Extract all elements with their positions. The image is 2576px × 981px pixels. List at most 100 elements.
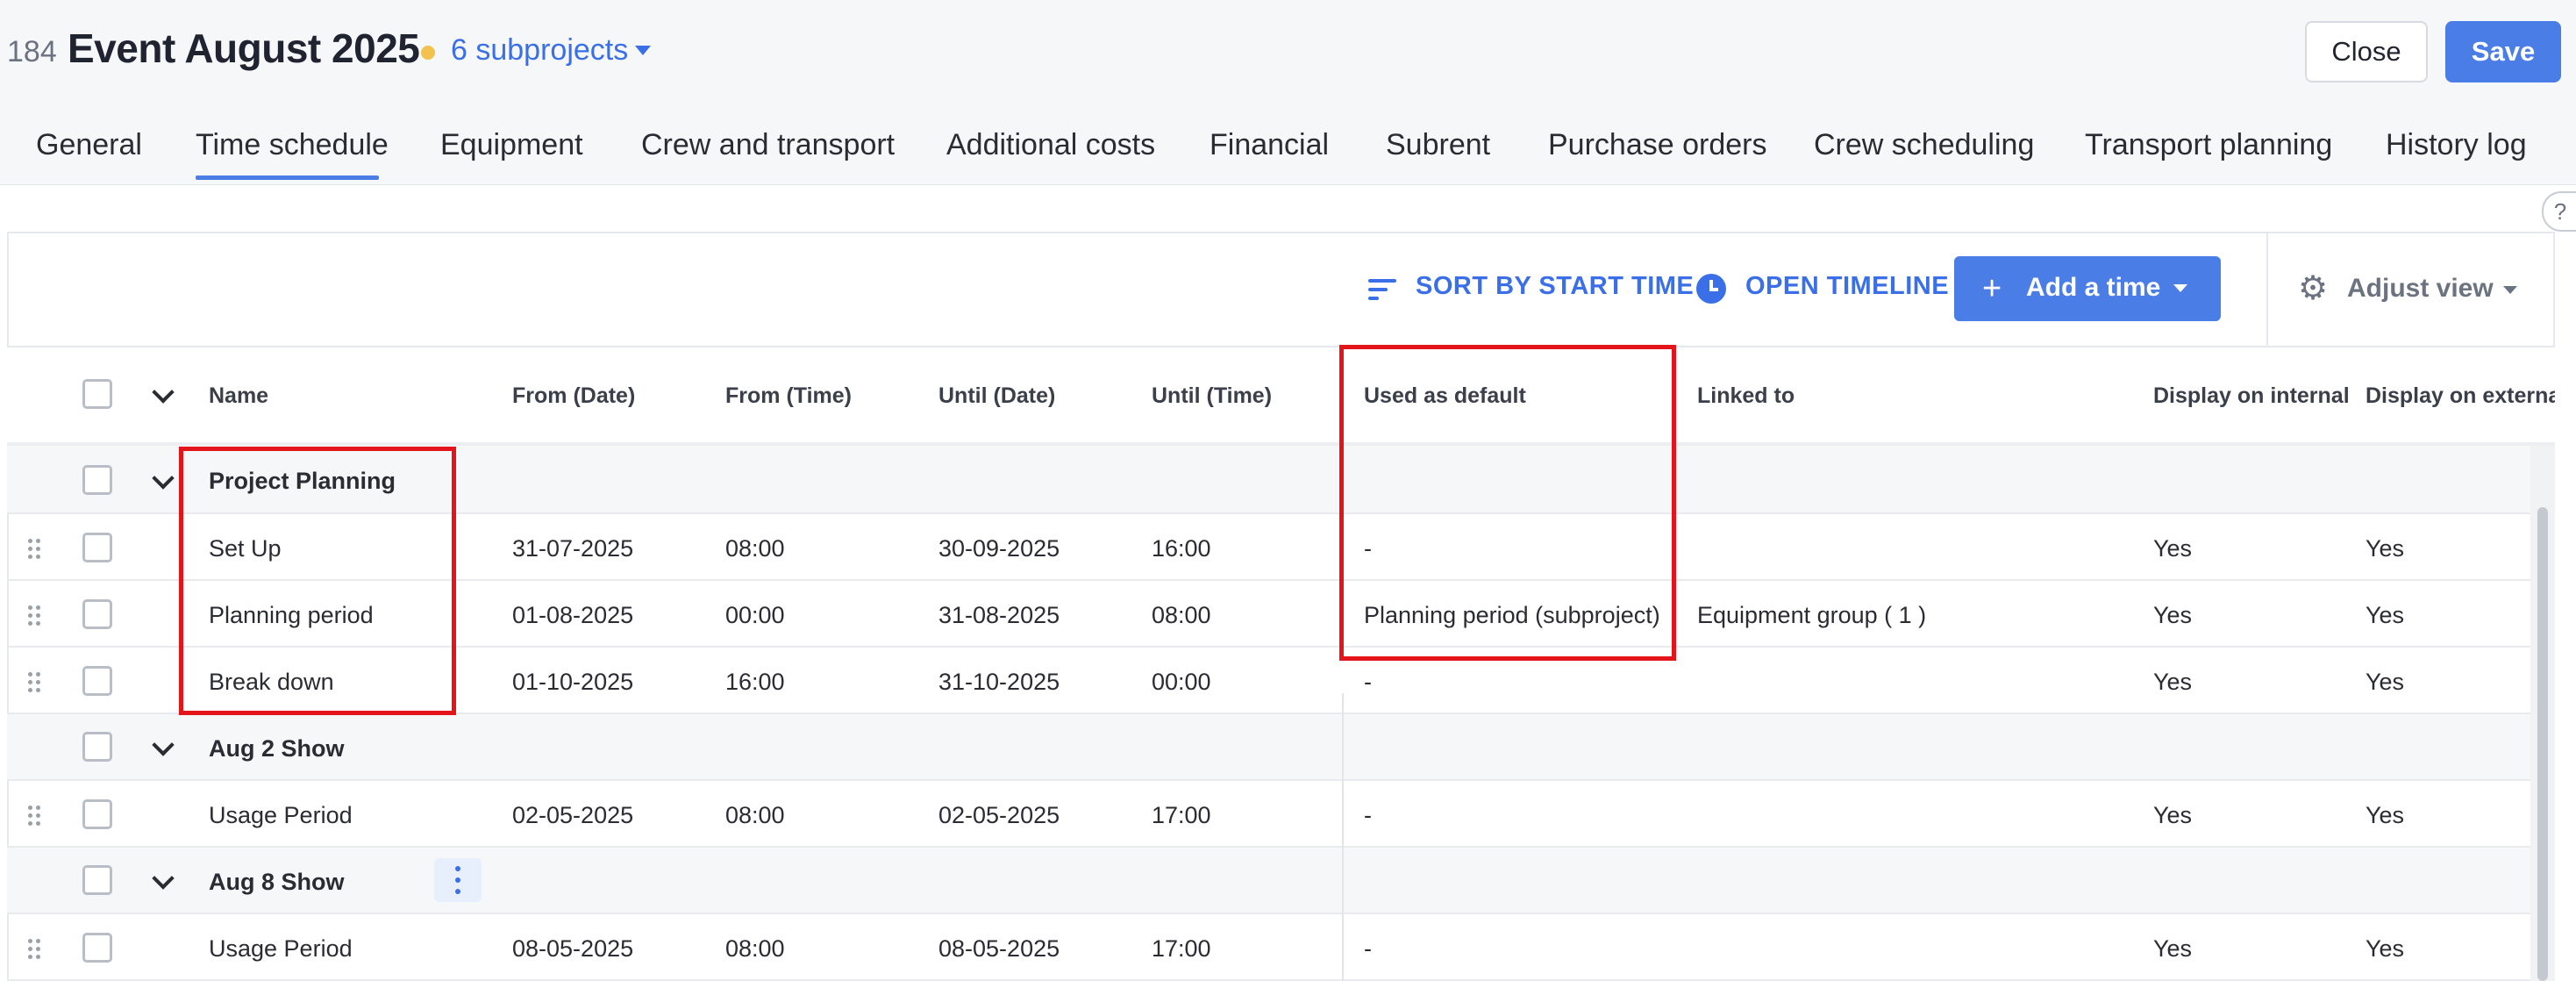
row-display-external: Yes xyxy=(2365,802,2405,828)
tab-crew-scheduling[interactable]: Crew scheduling xyxy=(1814,128,2034,162)
column-header-until-date[interactable]: Until (Date) xyxy=(938,383,1055,409)
drag-handle-icon[interactable] xyxy=(28,939,40,959)
row-display-external: Yes xyxy=(2365,535,2405,562)
table-row[interactable] xyxy=(7,914,2530,981)
row-display-external: Yes xyxy=(2365,602,2405,628)
row-from-date: 01-08-2025 xyxy=(512,602,634,628)
sort-by-start-time-button[interactable]: SORT BY START TIME xyxy=(1416,272,1694,301)
clock-icon[interactable] xyxy=(1696,274,1726,304)
row-linked-to[interactable]: Equipment group ( 1 ) xyxy=(1697,602,1926,629)
group-checkbox[interactable] xyxy=(82,865,112,895)
row-from-time: 08:00 xyxy=(725,535,785,562)
more-options-icon[interactable] xyxy=(434,858,482,902)
group-name: Aug 8 Show xyxy=(209,869,345,895)
tab-time-schedule[interactable]: Time schedule xyxy=(196,128,389,162)
row-display-external: Yes xyxy=(2365,669,2405,695)
row-used-as-default: - xyxy=(1364,802,1372,828)
save-button[interactable]: Save xyxy=(2445,21,2561,82)
add-time-button[interactable]: + Add a time xyxy=(1954,256,2221,321)
row-checkbox[interactable] xyxy=(82,933,112,963)
column-divider xyxy=(1342,693,1344,981)
tab-general[interactable]: General xyxy=(36,128,142,162)
close-button[interactable]: Close xyxy=(2305,21,2428,82)
group-checkbox[interactable] xyxy=(82,732,112,762)
row-checkbox[interactable] xyxy=(82,599,112,629)
tab-additional-costs[interactable]: Additional costs xyxy=(946,128,1155,162)
row-until-time: 17:00 xyxy=(1152,935,1211,962)
tab-transport-planning[interactable]: Transport planning xyxy=(2085,128,2332,162)
table-row[interactable] xyxy=(7,781,2530,848)
tab-financial[interactable]: Financial xyxy=(1210,128,1329,162)
row-from-date: 08-05-2025 xyxy=(512,935,634,962)
tab-history-log[interactable]: History log xyxy=(2386,128,2527,162)
column-header-name[interactable]: Name xyxy=(209,383,268,409)
status-dot xyxy=(421,46,435,60)
row-until-time: 08:00 xyxy=(1152,602,1211,628)
column-header-display-internal[interactable]: Display on internal c xyxy=(2153,383,2348,409)
tab-equipment[interactable]: Equipment xyxy=(440,128,583,162)
tab-subrent[interactable]: Subrent xyxy=(1386,128,1490,162)
select-all-checkbox[interactable] xyxy=(82,379,112,409)
active-tab-indicator xyxy=(196,175,379,180)
row-display-internal: Yes xyxy=(2153,935,2193,962)
drag-handle-icon[interactable] xyxy=(28,806,40,826)
tab-purchase-orders[interactable]: Purchase orders xyxy=(1548,128,1766,162)
row-from-time: 00:00 xyxy=(725,602,785,628)
group-name: Aug 2 Show xyxy=(209,735,345,762)
row-until-time: 17:00 xyxy=(1152,802,1211,828)
row-name[interactable]: Usage Period xyxy=(209,935,353,963)
group-row[interactable] xyxy=(7,848,2530,914)
row-checkbox[interactable] xyxy=(82,533,112,562)
row-from-date: 31-07-2025 xyxy=(512,535,634,562)
row-used-as-default: - xyxy=(1364,669,1372,695)
row-checkbox[interactable] xyxy=(82,666,112,696)
row-from-time: 08:00 xyxy=(725,935,785,962)
adjust-view-button[interactable]: Adjust view xyxy=(2347,274,2494,304)
chevron-down-icon[interactable] xyxy=(635,46,651,55)
tab-crew-and-transport[interactable]: Crew and transport xyxy=(641,128,895,162)
group-checkbox[interactable] xyxy=(82,465,112,495)
row-display-internal: Yes xyxy=(2153,602,2193,628)
highlight-box-name-column xyxy=(179,447,456,715)
row-until-time: 16:00 xyxy=(1152,535,1211,562)
chevron-down-icon[interactable] xyxy=(2503,286,2517,294)
plus-icon: + xyxy=(1982,270,2002,307)
drag-handle-icon[interactable] xyxy=(28,672,40,692)
toolbar-divider xyxy=(2266,232,2268,346)
row-until-time: 00:00 xyxy=(1152,669,1211,695)
drag-handle-icon[interactable] xyxy=(28,539,40,559)
chevron-down-icon[interactable] xyxy=(2173,284,2187,292)
row-display-internal: Yes xyxy=(2153,802,2193,828)
column-header-until-time[interactable]: Until (Time) xyxy=(1152,383,1272,409)
row-until-date: 30-09-2025 xyxy=(938,535,1060,562)
row-from-time: 16:00 xyxy=(725,669,785,695)
column-header-display-external[interactable]: Display on external c xyxy=(2365,383,2555,409)
row-from-date: 02-05-2025 xyxy=(512,802,634,828)
sort-icon[interactable] xyxy=(1368,277,1396,302)
column-header-from-time[interactable]: From (Time) xyxy=(725,383,852,409)
project-id: 184 xyxy=(7,35,57,68)
row-until-date: 31-08-2025 xyxy=(938,602,1060,628)
gear-icon[interactable]: ⚙ xyxy=(2298,272,2328,305)
row-checkbox[interactable] xyxy=(82,799,112,829)
column-header-linked-to[interactable]: Linked to xyxy=(1697,383,1795,409)
group-row[interactable] xyxy=(7,714,2530,781)
scrollbar-thumb[interactable] xyxy=(2537,507,2548,981)
row-display-internal: Yes xyxy=(2153,535,2193,562)
drag-handle-icon[interactable] xyxy=(28,605,40,626)
open-timeline-button[interactable]: OPEN TIMELINE xyxy=(1745,272,1949,301)
row-name[interactable]: Usage Period xyxy=(209,802,353,829)
row-from-date: 01-10-2025 xyxy=(512,669,634,695)
subprojects-dropdown[interactable]: 6 subprojects xyxy=(451,33,628,68)
row-until-date: 02-05-2025 xyxy=(938,802,1060,828)
row-from-time: 08:00 xyxy=(725,802,785,828)
column-header-from-date[interactable]: From (Date) xyxy=(512,383,635,409)
row-until-date: 31-10-2025 xyxy=(938,669,1060,695)
help-icon[interactable]: ? xyxy=(2542,191,2576,232)
row-display-external: Yes xyxy=(2365,935,2405,962)
row-until-date: 08-05-2025 xyxy=(938,935,1060,962)
highlight-box-used-as-default xyxy=(1339,345,1676,661)
row-display-internal: Yes xyxy=(2153,669,2193,695)
row-used-as-default: - xyxy=(1364,935,1372,962)
project-title: Event August 2025 xyxy=(68,25,420,71)
